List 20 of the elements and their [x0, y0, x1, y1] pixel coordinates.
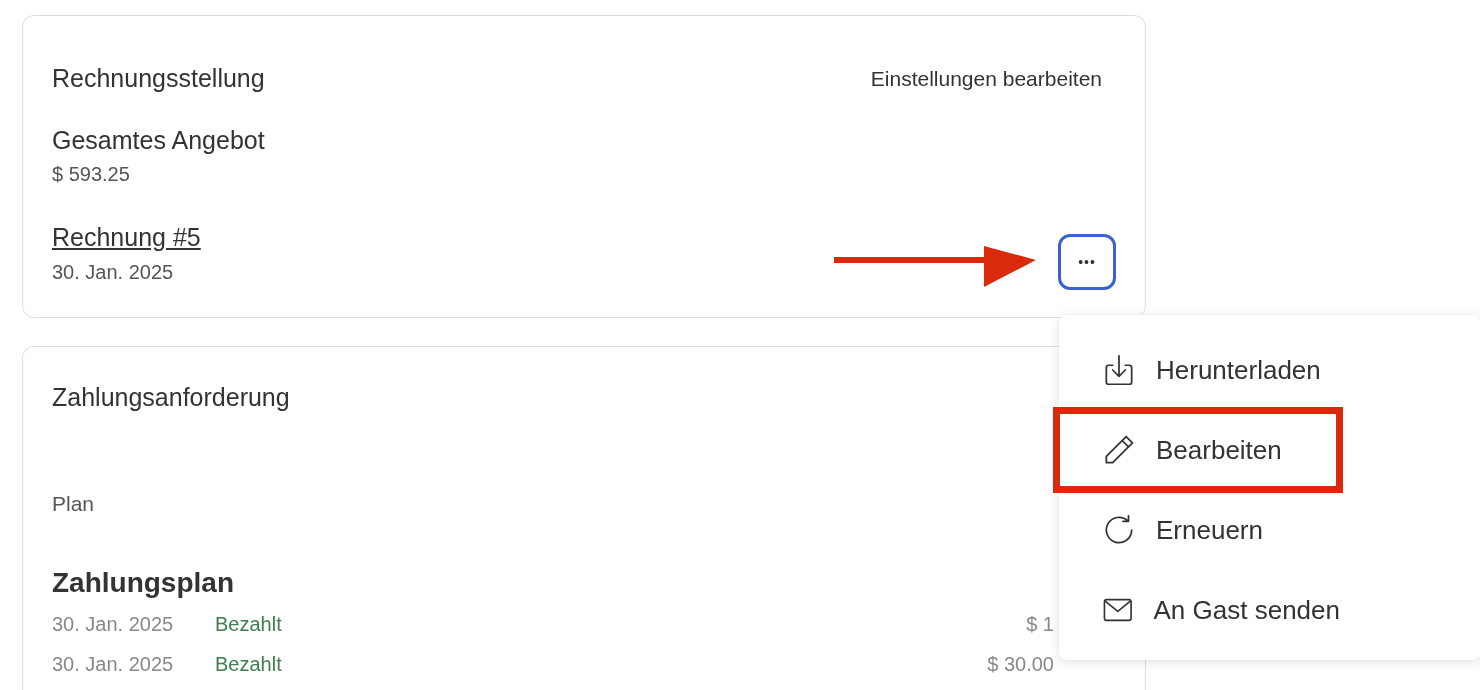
total-label: Gesamtes Angebot	[52, 124, 266, 156]
card-title: Rechnungsstellung	[52, 63, 265, 94]
more-button[interactable]: •••	[1058, 234, 1116, 290]
invoice-date: 30. Jan. 2025	[52, 259, 175, 285]
plan-label: Plan	[52, 491, 96, 517]
plan-title: Zahlungsplan	[52, 565, 235, 600]
menu-item[interactable]: Bearbeiten	[1056, 410, 1340, 490]
card-title: Zahlungsanforderung	[52, 381, 291, 413]
payment-status: Bezahlt	[215, 653, 282, 674]
invoice-link[interactable]: Rechnung #5	[52, 219, 201, 257]
payment-date: 30. Jan. 2025	[52, 613, 175, 634]
menu-item[interactable]: An Gast senden	[1056, 570, 1340, 650]
payment-date: 30. Jan. 2025	[52, 653, 175, 674]
total-value: $ 593.25	[52, 162, 131, 187]
payment-status: Bezahlt	[215, 613, 282, 634]
menu-item[interactable]: Herunterladen	[1056, 330, 1340, 410]
payment-amount: $ 30.00	[987, 653, 1054, 674]
payment-amount: $ 1	[1026, 613, 1054, 634]
menu-item[interactable]: Erneuern	[1056, 490, 1340, 570]
edit-settings-link[interactable]: Einstellungen bearbeiten	[870, 63, 1102, 95]
